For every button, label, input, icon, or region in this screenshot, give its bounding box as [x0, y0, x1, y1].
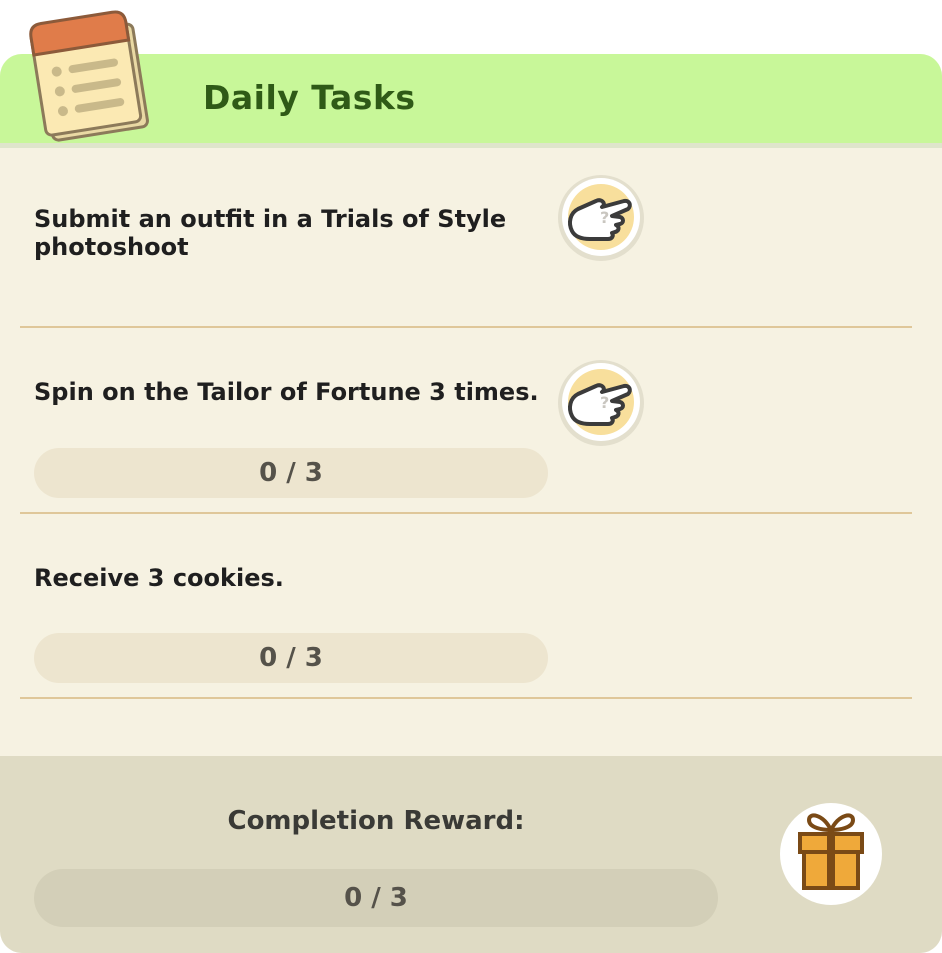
- task-description: Spin on the Tailor of Fortune 3 times.: [34, 378, 539, 406]
- pointing-hand-icon: ?: [568, 198, 632, 241]
- task-divider: [20, 697, 912, 699]
- completion-progress-label: 0 / 3: [344, 883, 408, 913]
- task-description: Receive 3 cookies.: [34, 564, 284, 592]
- task-description: Submit an outfit in a Trials of Style ph…: [34, 205, 507, 261]
- task-progress-bar: 0 / 3: [34, 448, 548, 498]
- go-to-task-button[interactable]: ?: [558, 360, 644, 446]
- completion-reward-section: Completion Reward: 0 / 3: [0, 756, 942, 953]
- task-progress-label: 0 / 3: [259, 643, 323, 673]
- svg-text:?: ?: [600, 393, 609, 412]
- reward-gift-button[interactable]: [780, 803, 882, 905]
- task-progress-bar: 0 / 3: [34, 633, 548, 683]
- completion-progress-bar: 0 / 3: [34, 869, 718, 927]
- task-progress-label: 0 / 3: [259, 458, 323, 488]
- task-divider: [20, 512, 912, 514]
- panel-title: Daily Tasks: [203, 78, 416, 117]
- gift-icon: [798, 813, 864, 890]
- completion-reward-label: Completion Reward:: [227, 806, 525, 836]
- go-to-task-button[interactable]: ?: [558, 175, 644, 261]
- notepad-icon: [29, 10, 149, 142]
- pointing-hand-icon: ?: [568, 383, 632, 426]
- task-divider: [20, 326, 912, 328]
- svg-text:?: ?: [600, 208, 609, 227]
- daily-tasks-panel: Daily Tasks Submit an outfit in a Trials…: [0, 54, 942, 953]
